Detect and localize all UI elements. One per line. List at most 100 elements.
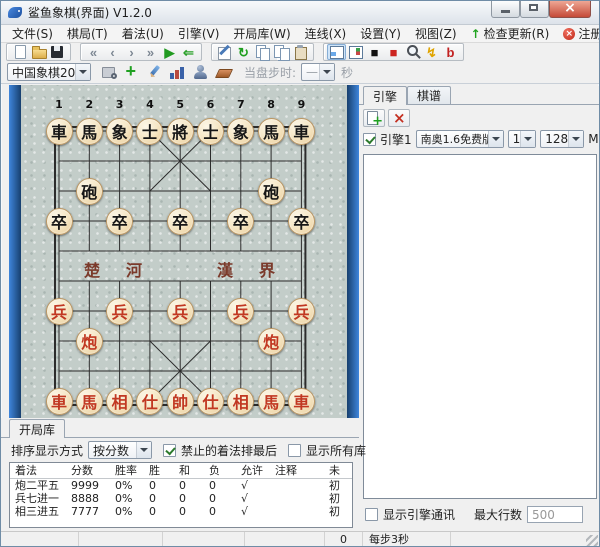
menu-engine[interactable]: 引擎(V) [171,24,227,43]
show-comm-checkbox[interactable] [365,508,378,521]
add-engine-button[interactable] [363,109,385,127]
piece-red-pawn-c3[interactable]: 兵 [106,298,133,325]
save-file-button[interactable] [48,44,67,60]
piece-black-general-c5[interactable]: 將 [167,118,194,145]
piece-red-horse-c8[interactable]: 馬 [258,388,285,415]
piece-red-advisor-c6[interactable]: 仕 [197,388,224,415]
piece-black-elephant-c7[interactable]: 象 [227,118,254,145]
stats-button[interactable] [168,64,187,80]
copy-button[interactable] [253,44,272,60]
piece-black-cannon-c8[interactable]: 砲 [258,178,285,205]
book-search-button[interactable] [99,64,118,80]
piece-black-pawn-c3[interactable]: 卒 [106,208,133,235]
forbidden-last-checkbox[interactable] [163,444,176,457]
menu-check-update[interactable]: 检查更新(R) [464,24,557,43]
new-file-button[interactable] [10,44,29,60]
book-row[interactable]: 兵七进一88880%000√初 [10,492,352,505]
status-cell-4: 0 [325,532,363,547]
next-move-button[interactable]: › [122,44,141,60]
hash-combo[interactable]: 128 [540,130,584,148]
first-move-button[interactable]: « [84,44,103,60]
zoom-button[interactable] [403,44,422,60]
piece-red-pawn-c5[interactable]: 兵 [167,298,194,325]
piece-red-pawn-c7[interactable]: 兵 [227,298,254,325]
piece-red-elephant-c3[interactable]: 相 [106,388,133,415]
titlebar: 鲨鱼象棋(界面) V1.2.0 [1,1,599,25]
copy-all-button[interactable] [272,44,291,60]
piece-black-pawn-c1[interactable]: 卒 [46,208,73,235]
prev-move-button[interactable]: ‹ [103,44,122,60]
opening-book-combo[interactable]: 中国象棋2017 [7,63,91,81]
play-button[interactable]: ▶ [160,44,179,60]
open-file-button[interactable] [29,44,48,60]
menu-game[interactable]: 棋局(T) [60,24,115,43]
paste-button[interactable] [291,44,310,60]
piece-red-advisor-c4[interactable]: 仕 [136,388,163,415]
resize-grip[interactable] [586,535,598,547]
piece-red-cannon-c2[interactable]: 炮 [76,328,103,355]
piece-black-pawn-c5[interactable]: 卒 [167,208,194,235]
piece-red-rook-c1[interactable]: 車 [46,388,73,415]
piece-red-cannon-c8[interactable]: 炮 [258,328,285,355]
piece-black-rook-c9[interactable]: 車 [288,118,315,145]
menu-file[interactable]: 文件(S) [5,24,60,43]
piece-black-pawn-c7[interactable]: 卒 [227,208,254,235]
close-button[interactable] [549,1,591,18]
player-button[interactable] [191,64,210,80]
menu-moves[interactable]: 着法(U) [115,24,171,43]
book-row[interactable]: 炮二平五99990%000√初 [10,479,352,492]
split-view-button[interactable] [346,44,365,60]
edit-position-button[interactable] [215,44,234,60]
maximize-button[interactable] [520,1,549,18]
piece-red-rook-c9[interactable]: 車 [288,388,315,415]
engine-row: 引擎1 南奥1.6免费版 1 128 MB [363,130,599,148]
piece-red-pawn-c9[interactable]: 兵 [288,298,315,325]
last-move-button[interactable]: » [141,44,160,60]
piece-black-elephant-c3[interactable]: 象 [106,118,133,145]
piece-red-general-c5[interactable]: 帥 [167,388,194,415]
piece-red-elephant-c7[interactable]: 相 [227,388,254,415]
piece-black-cannon-c2[interactable]: 砲 [76,178,103,205]
piece-black-horse-c2[interactable]: 馬 [76,118,103,145]
remove-engine-button[interactable] [388,109,410,127]
flash-button[interactable]: ↯ [422,44,441,60]
edit-pen-button[interactable] [145,64,164,80]
piece-black-advisor-c6[interactable]: 士 [197,118,224,145]
max-lines-input[interactable] [527,506,583,523]
tab-opening-book[interactable]: 开局库 [9,419,65,438]
piece-red-pawn-c1[interactable]: 兵 [46,298,73,325]
piece-black-rook-c1[interactable]: 車 [46,118,73,145]
menu-connect[interactable]: 连线(X) [298,24,354,43]
step-time-combo[interactable]: — [301,63,335,81]
threads-combo[interactable]: 1 [508,130,537,148]
refresh-button[interactable]: ↻ [234,44,253,60]
menu-register-failed[interactable]: 注册失败(Q) [556,24,600,43]
engine-output-list[interactable] [363,154,597,499]
eraser-button[interactable] [214,64,233,80]
menu-opening-book[interactable]: 开局库(W) [226,24,297,43]
book-cell [270,492,324,505]
bold-b-button[interactable]: b [441,44,460,60]
engine1-checkbox[interactable] [363,133,376,146]
engine-select-combo[interactable]: 南奥1.6免费版 [416,130,504,148]
book-col-header-4: 和 [174,463,204,478]
black-board-button[interactable]: ■ [365,44,384,60]
red-board-button[interactable]: ■ [384,44,403,60]
board-view-button[interactable] [327,44,346,60]
add-button[interactable] [122,64,141,80]
piece-black-advisor-c4[interactable]: 士 [136,118,163,145]
book-cell: 0 [204,505,236,518]
minimize-button[interactable] [491,1,520,18]
refresh-icon: ↻ [238,46,249,59]
book-row[interactable]: 相三进五77770%000√初 [10,505,352,518]
piece-black-horse-c8[interactable]: 馬 [258,118,285,145]
show-all-books-checkbox[interactable] [288,444,301,457]
tab-engine[interactable]: 引擎 [363,86,407,105]
piece-red-horse-c2[interactable]: 馬 [76,388,103,415]
undo-button[interactable]: ⇐ [179,44,198,60]
piece-black-pawn-c9[interactable]: 卒 [288,208,315,235]
menu-settings[interactable]: 设置(Y) [353,24,408,43]
menu-view[interactable]: 视图(Z) [408,24,464,43]
tab-notation[interactable]: 棋谱 [407,86,451,104]
sort-mode-combo[interactable]: 按分数 [88,441,152,459]
